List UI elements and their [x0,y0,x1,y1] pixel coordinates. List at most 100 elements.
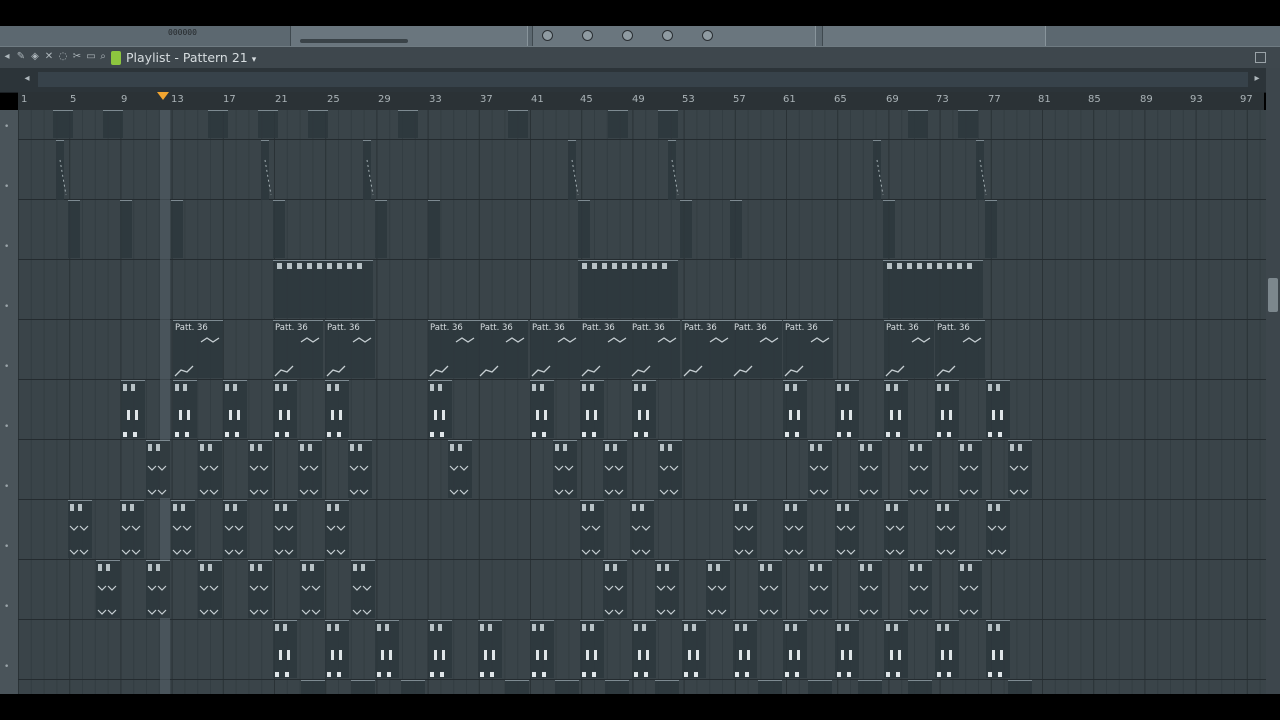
clip-top-edge [758,560,782,561]
clip-top-edge [958,560,982,561]
drum-hit [988,672,992,677]
snap-icon[interactable]: ◂ [2,52,12,62]
clip-marker [988,384,992,391]
clip-marker [555,444,559,451]
clip-top-edge [985,200,997,201]
vertical-scroll-thumb[interactable] [1268,278,1278,312]
clip-marker [350,444,354,451]
delete-tool-icon[interactable]: ✕ [44,52,54,62]
bar-line [734,110,736,694]
paint-tool-icon[interactable]: ◈ [30,52,40,62]
overview-track[interactable] [38,72,1248,87]
clip-top-edge [171,500,195,501]
clip-marker [662,263,667,269]
track-dot[interactable]: • [4,362,9,372]
tool-knob-2[interactable] [582,30,593,41]
select-tool-icon[interactable]: ▭ [86,52,96,62]
track-dot[interactable]: • [4,302,9,312]
draw-tool-icon[interactable]: ✎ [16,52,26,62]
tool-knob-1[interactable] [542,30,553,41]
beat-line [1259,110,1261,694]
drum-hit [797,410,800,420]
clip-top-edge [783,380,807,381]
track-dot[interactable]: • [4,182,9,192]
pattern-clip-label: Patt. 36 [785,323,818,333]
scroll-right-icon[interactable]: ▸ [1252,74,1262,84]
drum-hit [644,672,648,677]
track-dot[interactable]: • [4,542,9,552]
clip-top-edge [508,110,528,111]
title-dropdown-icon[interactable]: ▾ [252,55,257,65]
beat-line [1106,110,1107,694]
clip-top-edge [120,200,132,201]
mute-tool-icon[interactable]: ◌ [58,52,68,62]
scroll-left-icon[interactable]: ◂ [22,74,32,84]
track-dot[interactable]: • [4,122,9,132]
clip-top-edge [68,500,92,501]
clip-top-edge [873,140,881,141]
track-dot[interactable]: • [4,242,9,252]
clip-top-edge [273,320,323,321]
song-position-marker[interactable] [157,92,169,100]
vertical-scrollbar[interactable] [1266,68,1280,694]
clip-marker [250,564,254,571]
clip-marker [175,384,179,391]
track-dot[interactable]: • [4,662,9,672]
drum-hit [492,650,495,660]
clip-marker [967,263,972,269]
clip-marker [327,384,331,391]
tool-knob-4[interactable] [662,30,673,41]
ruler-tick-97: 97 [1240,94,1253,105]
browser-panel [822,26,1046,46]
clip-marker [358,444,362,451]
drum-hit [582,672,586,677]
track-dot[interactable]: • [4,422,9,432]
clip-top-edge [680,200,692,201]
overview-scrollbar[interactable]: ◂ ▸ [0,68,1280,93]
drum-hit [430,672,434,677]
bar-ruler[interactable]: 1 5 9 13 17 21 25 29 33 37 41 45 49 53 57 61 65 69 73 77 81 8… [18,92,1264,110]
clip-marker [960,564,964,571]
clip-canvas[interactable]: Patt. 36 Patt. 36 Patt. 36 Patt. 36 Patt. 36… [18,110,1266,694]
drum-hit [1000,410,1003,420]
track-dot[interactable]: • [4,482,9,492]
clip-top-edge [884,500,908,501]
clip-top-edge [103,110,123,111]
clip-marker [634,384,638,391]
tempo-slider[interactable] [300,39,408,43]
clip-marker [845,384,849,391]
clip-marker [668,444,672,451]
clip-marker [357,263,362,269]
clip-top-edge [530,380,554,381]
clip-top-edge [808,440,832,441]
drum-hit [890,650,893,660]
tool-knob-5[interactable] [702,30,713,41]
clip-marker [945,504,949,511]
letterbox-bottom [0,694,1280,720]
clip-top-edge [198,440,222,441]
drum-hit [847,432,851,437]
clip-marker [868,564,872,571]
drum-hit [331,650,334,660]
clip-top-edge [908,560,932,561]
tool-knob-3[interactable] [622,30,633,41]
pattern-clip-label: Patt. 36 [937,323,970,333]
clip-top-edge [401,680,425,681]
clip-marker [793,624,797,631]
slice-tool-icon[interactable]: ✂ [72,52,82,62]
beat-line [1131,110,1133,694]
clip-top-edge [958,110,978,111]
track-dot[interactable]: • [4,602,9,612]
zoom-tool-icon[interactable]: ⌕ [98,52,108,62]
clip-marker [283,624,287,631]
clip-marker [148,444,152,451]
pattern-clip-label: Patt. 36 [886,323,919,333]
drum-hit [339,650,342,660]
clip-top-edge [580,320,630,321]
clip-top-edge [603,560,627,561]
playlist-grid[interactable]: Patt. 36 Patt. 36 Patt. 36 Patt. 36 Patt. 36… [18,110,1266,694]
maximize-icon[interactable] [1255,52,1266,63]
window-grip-icon[interactable] [111,51,121,65]
beat-line [696,110,698,694]
clip-top-edge [986,620,1010,621]
